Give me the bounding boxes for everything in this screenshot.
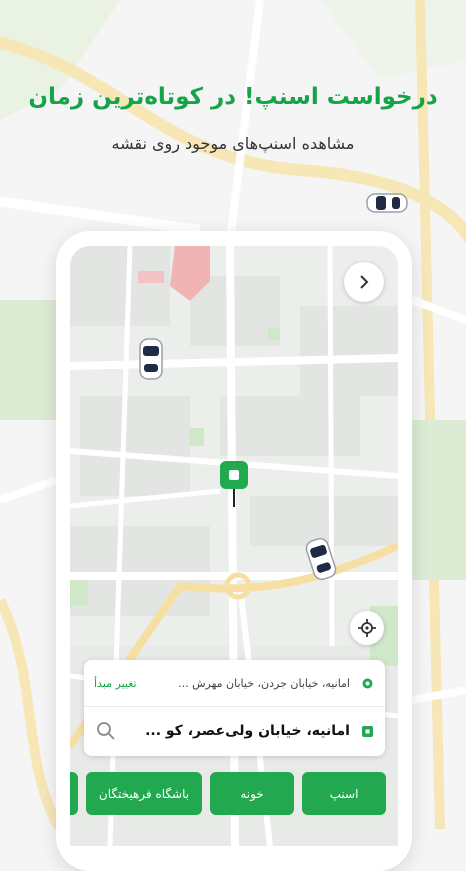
search-icon[interactable] xyxy=(96,721,116,741)
shortcut-snapp[interactable]: اسنپ xyxy=(302,772,386,815)
back-button[interactable] xyxy=(344,262,384,302)
destination-row[interactable]: امانیه، خیابان ولی‌عصر، کو ... xyxy=(84,708,385,754)
map-pin-icon[interactable] xyxy=(220,461,248,509)
destination-square-icon xyxy=(362,725,373,737)
car-icon xyxy=(366,193,408,213)
destination-address: امانیه، خیابان ولی‌عصر، کو ... xyxy=(145,723,350,739)
shortcut-bar: اسنپ خونه باشگاه فرهیختگان xyxy=(70,772,398,816)
address-card: امانیه، خیابان جردن، خیابان مهرش ... تغی… xyxy=(84,660,385,756)
change-origin-link[interactable]: تغییر مبدأ xyxy=(94,677,137,690)
chevron-right-icon xyxy=(360,275,369,289)
shortcut-home[interactable]: خونه xyxy=(210,772,294,815)
map-view[interactable] xyxy=(70,246,398,846)
crosshair-icon xyxy=(358,619,376,637)
hero-title: درخواست اسنپ! در کوتاه‌ترین زمان xyxy=(28,84,438,110)
hero-subtitle: مشاهده اسنپ‌های موجود روی نقشه xyxy=(111,134,355,153)
origin-address: امانیه، خیابان جردن، خیابان مهرش ... xyxy=(178,676,350,690)
car-icon xyxy=(139,338,163,380)
shortcut-partial[interactable] xyxy=(70,772,78,815)
origin-row[interactable]: امانیه، خیابان جردن، خیابان مهرش ... تغی… xyxy=(84,660,385,707)
app-screen: امانیه، خیابان جردن، خیابان مهرش ... تغی… xyxy=(70,246,398,846)
origin-dot-icon xyxy=(362,678,373,688)
shortcut-club[interactable]: باشگاه فرهیختگان xyxy=(86,772,202,815)
locate-me-button[interactable] xyxy=(350,611,384,645)
